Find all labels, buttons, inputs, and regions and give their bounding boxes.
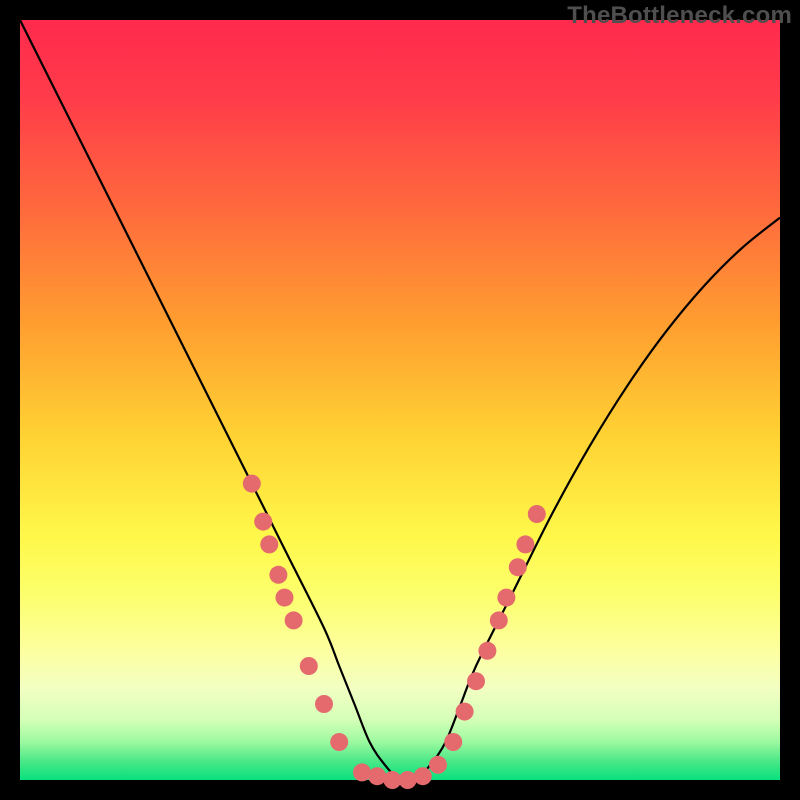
watermark-text: TheBottleneck.com (567, 2, 792, 30)
data-marker (444, 733, 462, 751)
data-marker (414, 767, 432, 785)
data-marker (399, 771, 417, 789)
data-marker (243, 475, 261, 493)
data-marker (330, 733, 348, 751)
data-marker (254, 513, 272, 531)
marker-group (243, 475, 546, 789)
data-marker (368, 767, 386, 785)
data-marker (269, 566, 287, 584)
bottleneck-curve (20, 20, 780, 782)
data-marker (509, 558, 527, 576)
data-marker (467, 672, 485, 690)
data-marker (260, 535, 278, 553)
chart-svg (20, 20, 780, 780)
data-marker (429, 756, 447, 774)
data-marker (528, 505, 546, 523)
data-marker (315, 695, 333, 713)
data-marker (275, 589, 293, 607)
chart-frame (20, 20, 780, 780)
data-marker (353, 763, 371, 781)
data-marker (300, 657, 318, 675)
data-marker (285, 611, 303, 629)
plot-area (20, 20, 780, 780)
data-marker (490, 611, 508, 629)
data-marker (516, 535, 534, 553)
data-marker (497, 589, 515, 607)
data-marker (456, 703, 474, 721)
data-marker (478, 642, 496, 660)
